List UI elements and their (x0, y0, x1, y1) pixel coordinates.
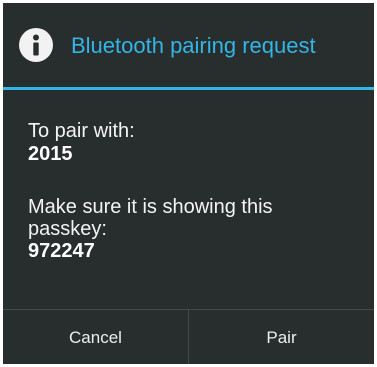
bluetooth-pairing-dialog: Bluetooth pairing request To pair with: … (3, 3, 374, 364)
dialog-title-bar: Bluetooth pairing request (3, 3, 374, 87)
device-name: 2015 (28, 143, 73, 165)
dialog-button-row: Cancel Pair (3, 309, 374, 364)
pair-with-label: To pair with: (28, 120, 135, 142)
dialog-title: Bluetooth pairing request (71, 33, 316, 58)
passkey-prompt-line2: passkey: (28, 218, 107, 240)
info-icon (19, 28, 53, 62)
title-divider (3, 87, 374, 90)
passkey-prompt-line1: Make sure it is showing this (28, 196, 273, 218)
cancel-button[interactable]: Cancel (3, 310, 188, 364)
pair-button[interactable]: Pair (189, 310, 374, 364)
passkey-value: 972247 (28, 240, 95, 262)
